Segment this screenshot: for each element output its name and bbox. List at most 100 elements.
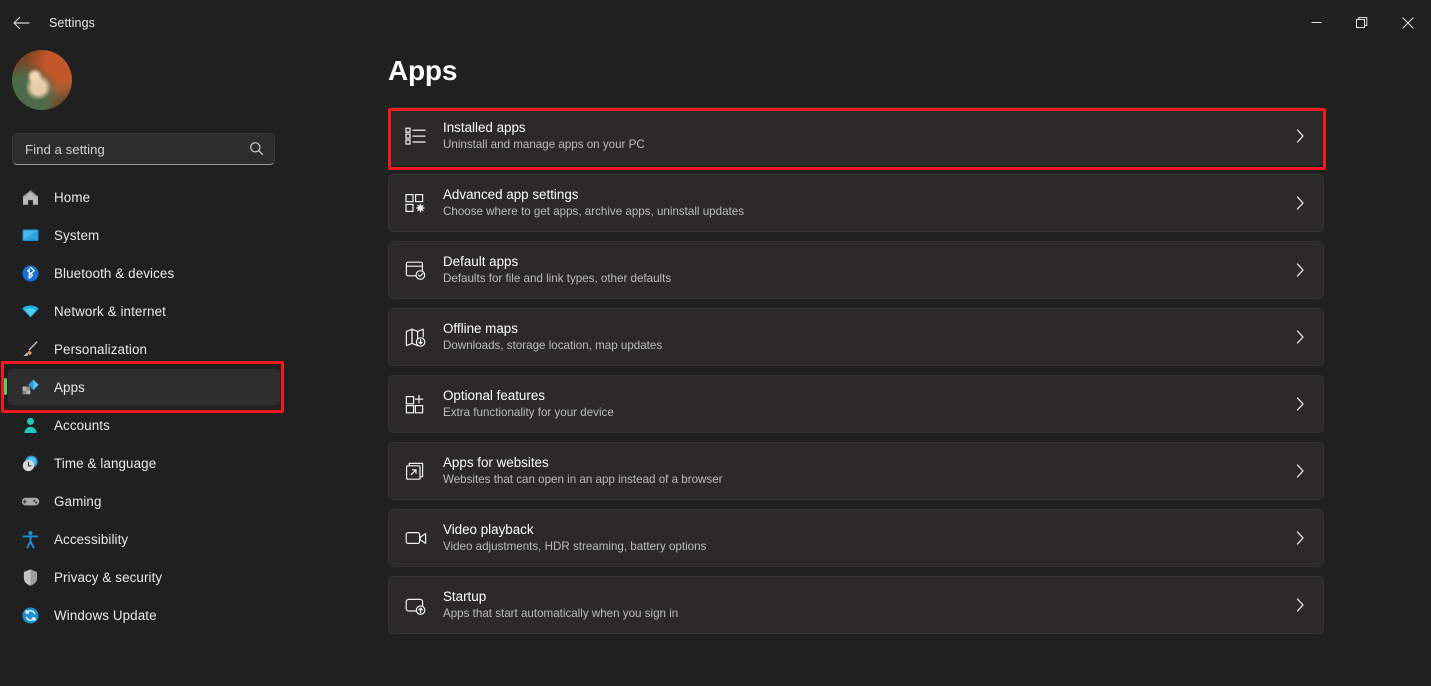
network-icon bbox=[20, 301, 40, 321]
chevron-right-icon[interactable] bbox=[1296, 531, 1305, 545]
card-text: Advanced app settings Choose where to ge… bbox=[443, 186, 744, 220]
sidebar-item-accounts[interactable]: Accounts bbox=[8, 407, 280, 443]
settings-card-default-apps[interactable]: Default apps Defaults for file and link … bbox=[388, 241, 1324, 299]
settings-card-apps-for-websites[interactable]: Apps for websites Websites that can open… bbox=[388, 442, 1324, 500]
sidebar-item-bluetooth[interactable]: Bluetooth & devices bbox=[8, 255, 280, 291]
sidebar-item-personalization[interactable]: Personalization bbox=[8, 331, 280, 367]
search-icon bbox=[249, 141, 264, 156]
sidebar-item-label: Gaming bbox=[54, 493, 102, 509]
sidebar-item-label: Accounts bbox=[54, 417, 110, 433]
list-icon bbox=[403, 123, 429, 149]
bluetooth-icon bbox=[20, 263, 40, 283]
card-text: Default apps Defaults for file and link … bbox=[443, 253, 671, 287]
sidebar-item-windows-update[interactable]: Windows Update bbox=[8, 597, 280, 633]
sidebar-item-label: Network & internet bbox=[54, 303, 166, 319]
card-title: Default apps bbox=[443, 254, 519, 269]
window-controls bbox=[1293, 0, 1431, 45]
chevron-right-icon[interactable] bbox=[1296, 464, 1305, 478]
sidebar-item-accessibility[interactable]: Accessibility bbox=[8, 521, 280, 557]
sidebar-item-privacy-security[interactable]: Privacy & security bbox=[8, 559, 280, 595]
title-bar: Settings bbox=[0, 0, 1431, 45]
sidebar-item-gaming[interactable]: Gaming bbox=[8, 483, 280, 519]
chevron-right-icon[interactable] bbox=[1296, 397, 1305, 411]
card-title: Offline maps bbox=[443, 321, 518, 336]
close-button[interactable] bbox=[1385, 0, 1431, 45]
chevron-right-icon[interactable] bbox=[1296, 330, 1305, 344]
card-text: Startup Apps that start automatically wh… bbox=[443, 588, 678, 622]
card-title: Apps for websites bbox=[443, 455, 549, 470]
card-subtitle: Websites that can open in an app instead… bbox=[443, 473, 723, 486]
gamepad-icon bbox=[20, 491, 40, 511]
update-icon bbox=[20, 605, 40, 625]
chevron-right-icon[interactable] bbox=[1296, 129, 1305, 143]
external-link-icon bbox=[403, 458, 429, 484]
sidebar-item-label: Windows Update bbox=[54, 607, 157, 623]
card-subtitle: Apps that start automatically when you s… bbox=[443, 607, 679, 620]
sidebar-item-label: Accessibility bbox=[54, 531, 129, 547]
back-arrow-icon bbox=[12, 16, 30, 30]
accounts-icon bbox=[20, 415, 40, 435]
sidebar-item-time-language[interactable]: Time & language bbox=[8, 445, 280, 481]
settings-card-optional-features[interactable]: Optional features Extra functionality fo… bbox=[388, 375, 1324, 433]
video-camera-icon bbox=[403, 525, 429, 551]
avatar[interactable] bbox=[12, 50, 72, 110]
home-icon bbox=[20, 187, 40, 207]
sidebar-item-system[interactable]: System bbox=[8, 217, 280, 253]
card-title: Video playback bbox=[443, 522, 534, 537]
grid-plus-icon bbox=[403, 391, 429, 417]
minimize-icon bbox=[1311, 17, 1322, 28]
card-title: Optional features bbox=[443, 388, 545, 403]
card-text: Apps for websites Websites that can open… bbox=[443, 454, 723, 488]
card-subtitle: Defaults for file and link types, other … bbox=[443, 272, 672, 285]
settings-card-installed-apps[interactable]: Installed apps Uninstall and manage apps… bbox=[388, 107, 1324, 165]
search-input[interactable]: Find a setting bbox=[12, 133, 275, 165]
sidebar: Find a setting Home System Bluetooth & d… bbox=[0, 45, 330, 686]
app-settings-icon bbox=[403, 190, 429, 216]
sidebar-item-apps[interactable]: Apps bbox=[4, 369, 280, 405]
sidebar-item-label: Apps bbox=[54, 379, 85, 395]
minimize-button[interactable] bbox=[1293, 0, 1339, 45]
main-content: Apps Installed apps Uninstall and manage… bbox=[330, 45, 1431, 686]
card-text: Installed apps Uninstall and manage apps… bbox=[443, 119, 645, 153]
settings-card-video-playback[interactable]: Video playback Video adjustments, HDR st… bbox=[388, 509, 1324, 567]
settings-card-advanced-app-settings[interactable]: Advanced app settings Choose where to ge… bbox=[388, 174, 1324, 232]
startup-icon bbox=[403, 592, 429, 618]
brush-icon bbox=[20, 339, 40, 359]
sidebar-item-network[interactable]: Network & internet bbox=[8, 293, 280, 329]
chevron-right-icon[interactable] bbox=[1296, 598, 1305, 612]
sidebar-item-label: System bbox=[54, 227, 100, 243]
card-text: Optional features Extra functionality fo… bbox=[443, 387, 614, 421]
page-title: Apps bbox=[388, 55, 458, 86]
card-text: Video playback Video adjustments, HDR st… bbox=[443, 521, 706, 555]
sidebar-item-label: Personalization bbox=[54, 341, 148, 357]
card-subtitle: Extra functionality for your device bbox=[443, 406, 614, 419]
settings-card-offline-maps[interactable]: Offline maps Downloads, storage location… bbox=[388, 308, 1324, 366]
sidebar-item-label: Privacy & security bbox=[54, 569, 163, 585]
sidebar-item-label: Home bbox=[54, 189, 91, 205]
card-subtitle: Downloads, storage location, map updates bbox=[443, 339, 663, 352]
card-subtitle: Choose where to get apps, archive apps, … bbox=[443, 205, 744, 218]
clock-icon bbox=[20, 453, 40, 473]
search-placeholder: Find a setting bbox=[25, 141, 105, 157]
sidebar-item-home[interactable]: Home bbox=[8, 179, 280, 215]
settings-card-startup[interactable]: Startup Apps that start automatically wh… bbox=[388, 576, 1324, 634]
apps-icon bbox=[20, 377, 40, 397]
card-title: Advanced app settings bbox=[443, 187, 579, 202]
sidebar-item-label: Time & language bbox=[54, 455, 157, 471]
system-icon bbox=[20, 225, 40, 245]
card-title: Startup bbox=[443, 589, 487, 604]
settings-card-list: Installed apps Uninstall and manage apps… bbox=[388, 107, 1324, 643]
card-text: Offline maps Downloads, storage location… bbox=[443, 320, 662, 354]
sidebar-nav: Home System Bluetooth & devices Network … bbox=[4, 179, 280, 635]
accessibility-icon bbox=[20, 529, 40, 549]
default-apps-icon bbox=[403, 257, 429, 283]
maximize-button[interactable] bbox=[1339, 0, 1385, 45]
chevron-right-icon[interactable] bbox=[1296, 263, 1305, 277]
shield-icon bbox=[20, 567, 40, 587]
chevron-right-icon[interactable] bbox=[1296, 196, 1305, 210]
app-title: Settings bbox=[49, 15, 95, 30]
back-button[interactable] bbox=[4, 7, 38, 39]
card-subtitle: Video adjustments, HDR streaming, batter… bbox=[443, 540, 707, 553]
close-icon bbox=[1402, 16, 1414, 29]
card-title: Installed apps bbox=[443, 120, 526, 135]
